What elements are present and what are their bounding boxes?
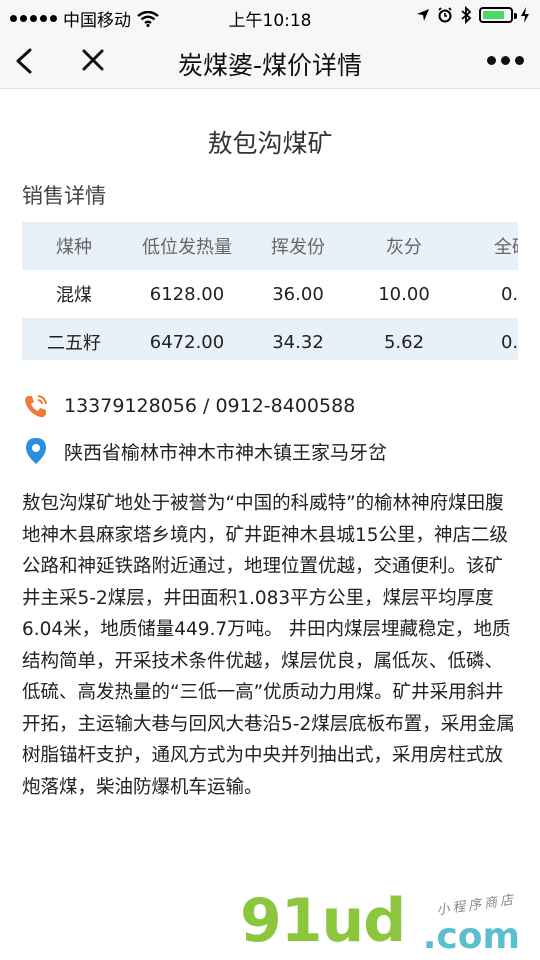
column-header: 灰分 bbox=[348, 222, 460, 270]
table-header-row: 煤种 低位发热量 挥发份 灰分 全硫份 bbox=[22, 222, 518, 270]
section-title-sales: 销售详情 bbox=[22, 184, 106, 208]
status-bar: 中国移动 上午10:18 bbox=[0, 0, 540, 34]
status-left: 中国移动 bbox=[10, 6, 159, 31]
page-title: 炭煤婆-煤价详情 bbox=[177, 51, 363, 80]
table-cell: 10.00 bbox=[378, 283, 430, 305]
carrier-label: 中国移动 bbox=[63, 11, 131, 31]
column-header: 挥发份 bbox=[248, 222, 348, 270]
location-arrow-icon bbox=[417, 9, 429, 21]
mine-name: 敖包沟煤矿 bbox=[207, 129, 333, 158]
phone-number[interactable]: 13379128056 / 0912-8400588 bbox=[64, 395, 355, 417]
bluetooth-icon bbox=[461, 6, 472, 24]
column-header: 全硫份 bbox=[460, 222, 518, 270]
contact-phone[interactable]: 13379128056 / 0912-8400588 bbox=[22, 390, 355, 422]
nav-bar: 炭煤婆-煤价详情 bbox=[0, 34, 540, 89]
column-header: 低位发热量 bbox=[126, 222, 248, 270]
address-text: 陕西省榆林市神木市神木镇王家马牙岔 bbox=[64, 441, 388, 464]
watermark-logo: 91ud 小程序商店 .com bbox=[240, 880, 530, 957]
close-icon[interactable] bbox=[78, 44, 108, 78]
more-icon[interactable] bbox=[487, 56, 524, 65]
table-row: 二五籽 6472.00 34.32 5.62 0.24 bbox=[22, 318, 518, 360]
table-cell: 6128.00 bbox=[149, 283, 225, 305]
battery-icon bbox=[479, 7, 517, 23]
signal-icon bbox=[10, 15, 57, 22]
charging-icon bbox=[521, 7, 529, 23]
watermark-domain: .com bbox=[422, 916, 520, 957]
alarm-icon bbox=[438, 7, 452, 23]
table-cell: 0.24 bbox=[460, 318, 518, 360]
table-cell: 5.62 bbox=[348, 318, 460, 360]
table-cell: 34.32 bbox=[248, 318, 348, 360]
column-header: 煤种 bbox=[22, 222, 126, 270]
phone-icon bbox=[25, 395, 47, 418]
table-row: 混煤 6128.00 36.00 10.00 0.26 bbox=[22, 270, 518, 318]
contact-address[interactable]: 陕西省榆林市神木市神木镇王家马牙岔 bbox=[22, 434, 387, 468]
sales-table[interactable]: 煤种 低位发热量 挥发份 灰分 全硫份 混煤 6128.00 36.00 10.… bbox=[22, 222, 518, 360]
mine-description: 敖包沟煤矿地处于被誉为“中国的科威特”的榆林神府煤田腹地神木县麻家塔乡境内，矿井… bbox=[22, 493, 515, 798]
watermark-brand: 91ud bbox=[240, 886, 406, 956]
status-right bbox=[416, 6, 530, 24]
location-pin-icon bbox=[26, 438, 46, 464]
table-cell: 6472.00 bbox=[126, 318, 248, 360]
chevron-left-icon[interactable] bbox=[10, 42, 40, 80]
table-cell: 混煤 bbox=[56, 285, 92, 306]
table-cell: 36.00 bbox=[272, 283, 324, 305]
watermark-tagline: 小程序商店 bbox=[435, 892, 517, 919]
table-cell: 二五籽 bbox=[22, 318, 126, 360]
wifi-icon bbox=[137, 10, 159, 27]
table-cell: 0.26 bbox=[500, 283, 518, 305]
